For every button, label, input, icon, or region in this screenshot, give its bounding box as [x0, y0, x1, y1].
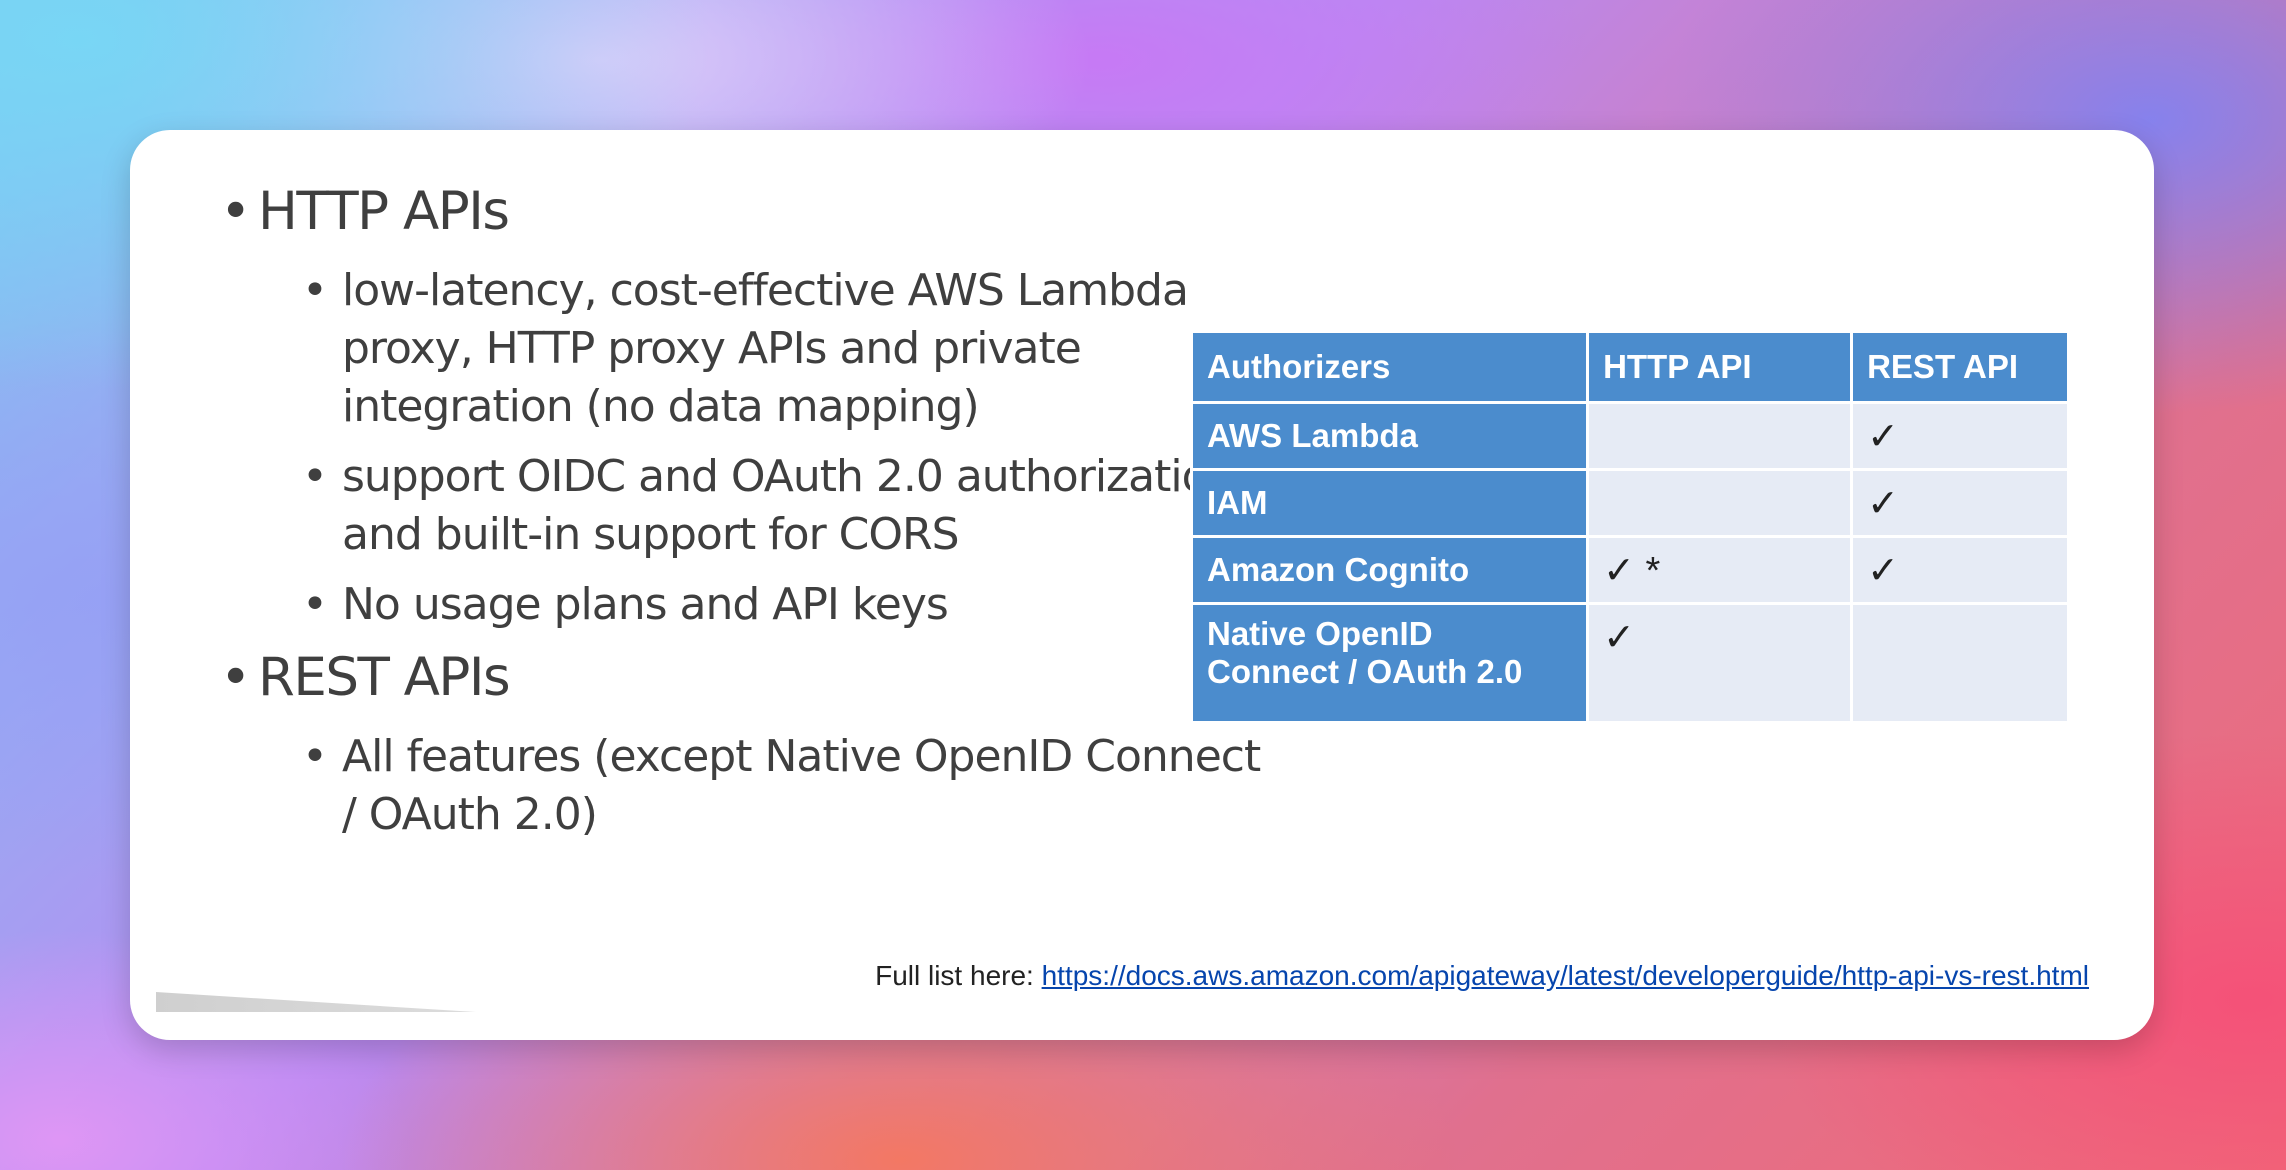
bullet-text: REST APIs: [258, 647, 511, 708]
table-row: AWS Lambda ✓: [1189, 401, 2070, 471]
footer-label: Full list here:: [875, 960, 1042, 991]
sub-bullet: • No usage plans and API keys: [220, 576, 1280, 634]
bullet-dot: •: [302, 731, 328, 782]
row-header: Amazon Cognito: [1189, 535, 1590, 605]
table-cell: ✓: [1586, 602, 1854, 724]
column-header: HTTP API: [1586, 330, 1854, 404]
row-header: AWS Lambda: [1189, 401, 1590, 471]
bullet-dot: •: [302, 265, 328, 316]
table-cell: [1586, 468, 1854, 538]
bullet-rest-apis: • REST APIs: [220, 646, 1280, 710]
bullet-dot: •: [302, 579, 328, 630]
table-cell: ✓: [1850, 535, 2070, 605]
row-header: Native OpenID Connect / OAuth 2.0: [1189, 602, 1590, 724]
sub-bullet: • low-latency, cost-effective AWS Lambda…: [220, 262, 1280, 436]
bullet-dot: •: [220, 181, 251, 242]
table-row: IAM ✓: [1189, 468, 2070, 538]
bullet-list: • HTTP APIs • low-latency, cost-effectiv…: [220, 180, 1280, 856]
row-header: IAM: [1189, 468, 1590, 538]
authorizers-table: Authorizers HTTP API REST API AWS Lambda…: [1189, 330, 2070, 724]
bullet-dot: •: [302, 451, 328, 502]
sub-bullet: • support OIDC and OAuth 2.0 authorizati…: [220, 448, 1280, 564]
sub-bullet-text: support OIDC and OAuth 2.0 authorization…: [342, 451, 1248, 560]
decorative-shape: [156, 992, 476, 1012]
slide: • HTTP APIs • low-latency, cost-effectiv…: [130, 130, 2154, 1040]
table-cell: [1586, 401, 1854, 471]
sub-bullet-text: low-latency, cost-effective AWS Lambda p…: [342, 265, 1189, 432]
sub-bullet: • All features (except Native OpenID Con…: [220, 728, 1280, 844]
footer-note: Full list here: https://docs.aws.amazon.…: [875, 960, 2089, 992]
authorizers-table-wrap: Authorizers HTTP API REST API AWS Lambda…: [1189, 330, 2070, 724]
column-header: Authorizers: [1189, 330, 1590, 404]
table-row: Amazon Cognito ✓ * ✓: [1189, 535, 2070, 605]
column-header: REST API: [1850, 330, 2070, 404]
table-row: Native OpenID Connect / OAuth 2.0 ✓: [1189, 602, 2070, 724]
table-cell: [1850, 602, 2070, 724]
docs-link[interactable]: https://docs.aws.amazon.com/apigateway/l…: [1042, 960, 2089, 991]
table-cell: ✓: [1850, 401, 2070, 471]
bullet-http-apis: • HTTP APIs: [220, 180, 1280, 244]
bullet-dot: •: [220, 647, 251, 708]
table-cell: ✓: [1850, 468, 2070, 538]
sub-bullet-text: No usage plans and API keys: [342, 579, 949, 630]
bullet-text: HTTP APIs: [258, 181, 510, 242]
sub-bullet-text: All features (except Native OpenID Conne…: [342, 731, 1261, 840]
table-cell: ✓ *: [1586, 535, 1854, 605]
table-header-row: Authorizers HTTP API REST API: [1189, 330, 2070, 404]
